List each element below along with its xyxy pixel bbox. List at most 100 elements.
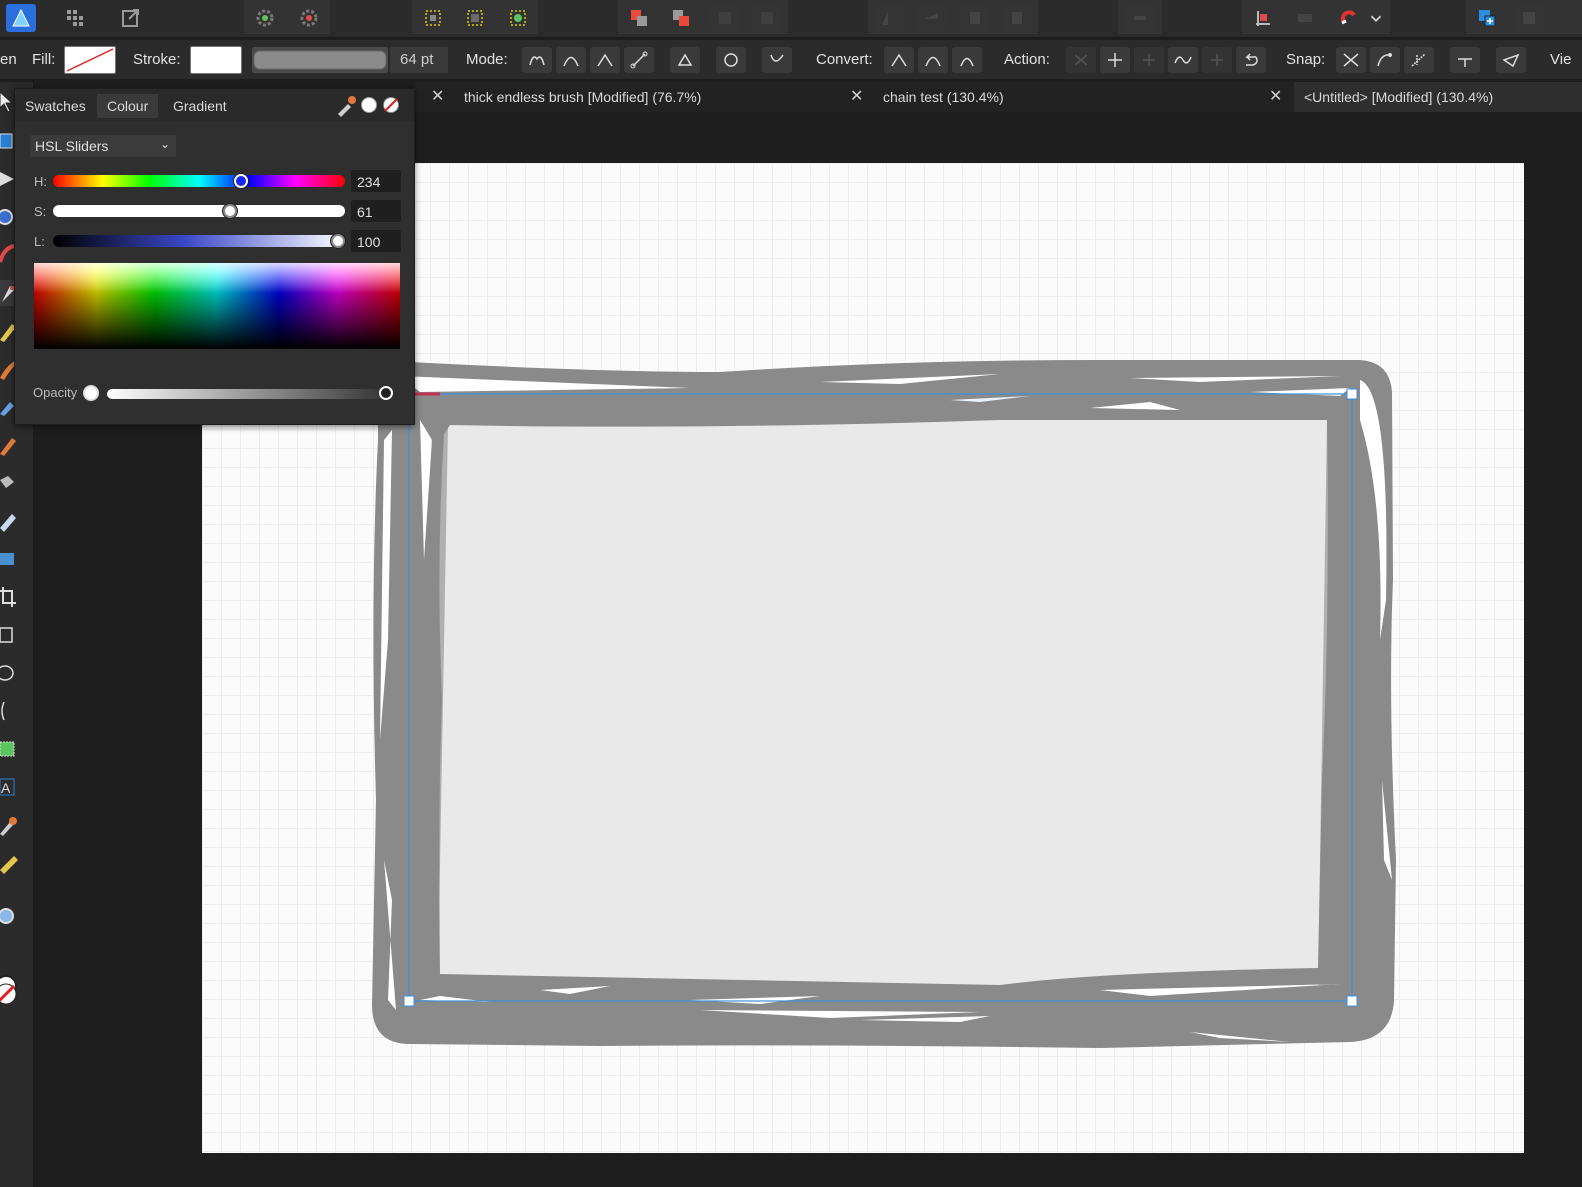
- fill-color-indicator-icon[interactable]: [361, 97, 377, 113]
- crop-tool-icon[interactable]: [0, 584, 22, 610]
- export-persona-icon[interactable]: [116, 4, 146, 32]
- fill-stroke-swatches-icon[interactable]: [0, 972, 22, 1016]
- snap-angle-icon[interactable]: [1496, 47, 1526, 73]
- deselect-icon[interactable]: [460, 4, 490, 32]
- flip-horizontal-icon[interactable]: [874, 4, 904, 32]
- saturation-label: S:: [34, 204, 47, 219]
- arrange-bottom-icon[interactable]: [752, 4, 782, 32]
- tab-thick-endless-brush[interactable]: thick endless brush [Modified] (76.7%): [464, 82, 701, 112]
- tab-gradient[interactable]: Gradient: [173, 96, 227, 116]
- fill-swatch-none[interactable]: [64, 46, 116, 74]
- vector-crop-tool-icon[interactable]: [0, 736, 22, 762]
- select-all-icon[interactable]: [418, 4, 448, 32]
- saturation-slider-knob[interactable]: [222, 204, 237, 218]
- hue-label: H:: [34, 174, 47, 189]
- action-undo-curve-icon[interactable]: [1236, 47, 1266, 73]
- paint-brush-tool-icon[interactable]: [0, 432, 22, 458]
- snapping-grid-icon[interactable]: [1248, 4, 1278, 32]
- eyedropper-icon[interactable]: [335, 95, 357, 117]
- convert-smooth-icon[interactable]: [918, 47, 948, 73]
- saturation-value-field[interactable]: 61: [351, 200, 401, 222]
- action-reverse-icon[interactable]: [1202, 47, 1232, 73]
- rotate-right-icon[interactable]: [1002, 4, 1032, 32]
- hue-slider[interactable]: [53, 175, 345, 187]
- brush-preview[interactable]: [252, 47, 388, 73]
- no-color-icon[interactable]: [382, 96, 400, 114]
- rubber-band-icon[interactable]: [762, 47, 792, 73]
- action-smooth-icon[interactable]: [1134, 47, 1164, 73]
- snap-settings-gear-icon[interactable]: [294, 4, 324, 32]
- ellipse-tool-icon[interactable]: [0, 660, 22, 686]
- snapping-dropdown-chevron-icon[interactable]: [1366, 4, 1386, 32]
- opacity-label: Opacity: [33, 385, 78, 400]
- action-join-icon[interactable]: [1168, 47, 1198, 73]
- flip-vertical-icon[interactable]: [916, 4, 946, 32]
- tab-colour[interactable]: Colour: [97, 94, 159, 118]
- hue-value-field[interactable]: 234: [351, 170, 401, 192]
- opacity-slider[interactable]: [107, 389, 389, 399]
- invert-selection-icon[interactable]: [503, 4, 533, 32]
- fill-bucket-tool-icon[interactable]: [0, 470, 22, 496]
- document-tabs: ✕ thick endless brush [Modified] (76.7%)…: [414, 82, 1582, 112]
- snap-intersect-icon[interactable]: [1404, 47, 1434, 73]
- color-picker-tool-icon[interactable]: [0, 812, 22, 838]
- context-toolbar-cut-label: en: [0, 51, 17, 68]
- zoom-tool-icon[interactable]: [0, 904, 22, 930]
- measure-tool-icon[interactable]: [0, 850, 22, 876]
- mode-label: Mode:: [466, 51, 508, 68]
- svg-text:A: A: [1, 780, 11, 796]
- rotate-left-icon[interactable]: [960, 4, 990, 32]
- artistic-text-tool-icon[interactable]: A: [0, 774, 22, 800]
- tab-untitled[interactable]: <Untitled> [Modified] (130.4%): [1304, 82, 1493, 112]
- tab-chain-test[interactable]: chain test (130.4%): [883, 82, 1004, 112]
- main-toolbar: [0, 0, 1582, 38]
- snap-node-icon[interactable]: [1370, 47, 1400, 73]
- align-icon[interactable]: [1125, 4, 1155, 32]
- mode-curve-icon[interactable]: [556, 47, 586, 73]
- mode-polygon-icon[interactable]: [590, 47, 620, 73]
- opacity-preview-dot: [83, 385, 99, 401]
- brush-size-field[interactable]: 64 pt: [390, 47, 448, 73]
- view-label-cut: Vie: [1550, 51, 1572, 68]
- colour-mode-value: HSL Sliders: [35, 138, 109, 154]
- personas-icon[interactable]: [60, 4, 90, 32]
- assistant-icon[interactable]: [1472, 4, 1502, 32]
- convert-smart-icon[interactable]: [952, 47, 982, 73]
- snap-label: Snap:: [1286, 51, 1326, 68]
- tab-close-icon[interactable]: ✕: [1269, 86, 1282, 106]
- mode-smart-icon[interactable]: [522, 47, 552, 73]
- assistant-options-icon[interactable]: [1514, 4, 1544, 32]
- colour-mode-select[interactable]: HSL Sliders ⌄: [30, 135, 176, 157]
- arrange-forward-icon[interactable]: [666, 4, 696, 32]
- hue-slider-knob[interactable]: [233, 174, 248, 188]
- convert-sharp-icon[interactable]: [884, 47, 914, 73]
- transparency-tool-icon[interactable]: [0, 508, 22, 534]
- snapping-options-icon[interactable]: [1290, 4, 1320, 32]
- stroke-swatch[interactable]: [190, 46, 242, 74]
- shape-tool-icon[interactable]: [0, 698, 22, 724]
- opacity-slider-knob[interactable]: [379, 386, 393, 400]
- arrange-back-icon[interactable]: [624, 4, 654, 32]
- transform-mode-icon[interactable]: [670, 47, 700, 73]
- snapping-magnet-icon[interactable]: [1334, 4, 1364, 32]
- tab-swatches[interactable]: Swatches: [25, 96, 86, 116]
- place-image-tool-icon[interactable]: [0, 546, 22, 572]
- context-toolbar: en Fill: Stroke: 64 pt Mode: Convert: Ac…: [0, 40, 1582, 80]
- snap-curve-icon[interactable]: [1336, 47, 1366, 73]
- action-break-icon[interactable]: [1066, 47, 1096, 73]
- lightness-slider-knob[interactable]: [331, 234, 345, 248]
- stroke-label: Stroke:: [133, 51, 181, 68]
- lightness-value-field[interactable]: 100: [351, 230, 401, 252]
- mode-line-icon[interactable]: [624, 47, 654, 73]
- saturation-slider[interactable]: [53, 205, 345, 217]
- app-logo-icon[interactable]: [6, 4, 36, 32]
- rectangle-tool-icon[interactable]: [0, 622, 22, 648]
- tab-close-icon[interactable]: ✕: [431, 86, 444, 106]
- add-shape-icon[interactable]: [716, 47, 746, 73]
- action-close-curve-icon[interactable]: [1100, 47, 1130, 73]
- arrange-front-icon[interactable]: [710, 4, 740, 32]
- lightness-slider[interactable]: [53, 235, 345, 247]
- tab-close-icon[interactable]: ✕: [850, 86, 863, 106]
- snap-tangent-icon[interactable]: [1450, 47, 1480, 73]
- settings-gear-icon[interactable]: [250, 4, 280, 32]
